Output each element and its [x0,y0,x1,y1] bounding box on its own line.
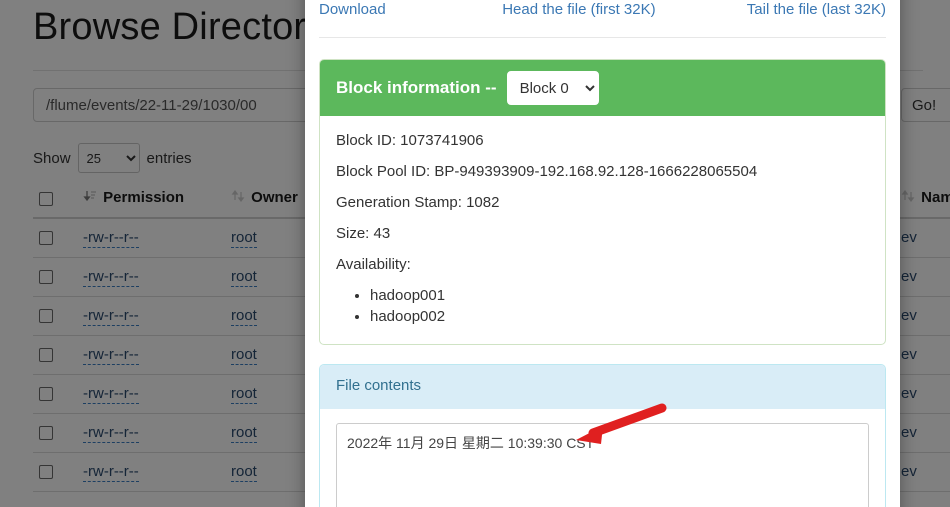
file-contents-body: 2022年 11月 29日 星期二 10:39:30 CST [320,409,885,507]
permission-link[interactable]: -rw-r--r-- [83,463,139,483]
permission-link[interactable]: -rw-r--r-- [83,229,139,249]
show-label: Show [33,149,71,167]
block-pool-id: Block Pool ID: BP-949393909-192.168.92.1… [336,163,758,180]
block-select[interactable]: Block 0 [506,71,599,105]
cell-name[interactable]: ev [895,335,950,375]
row-select-cell[interactable] [33,413,77,453]
permission-link[interactable]: -rw-r--r-- [83,307,139,327]
permission-link[interactable]: -rw-r--r-- [83,424,139,444]
owner-link[interactable]: root [231,229,257,249]
row-select-cell[interactable] [33,374,77,414]
cell-permission[interactable]: -rw-r--r-- [77,257,225,297]
owner-link[interactable]: root [231,463,257,483]
block-information-body: Block ID: 1073741906 Block Pool ID: BP-9… [320,116,885,344]
cell-name[interactable]: ev [895,257,950,297]
select-all-header[interactable] [33,185,77,220]
cell-permission[interactable]: -rw-r--r-- [77,452,225,492]
availability-label: Availability: [336,256,411,273]
file-name-link[interactable]: ev [901,229,917,246]
file-name-link[interactable]: ev [901,307,917,324]
block-id: Block ID: 1073741906 [336,132,484,149]
row-checkbox[interactable] [39,387,53,402]
page-title: Browse Directory [33,6,326,48]
availability-list: hadoop001hadoop002 [336,285,869,327]
row-select-cell[interactable] [33,257,77,297]
file-contents-panel: File contents 2022年 11月 29日 星期二 10:39:30… [319,364,886,507]
sort-desc-icon[interactable] [83,189,97,207]
file-name-link[interactable]: ev [901,463,917,480]
column-header-name[interactable]: Name [895,185,950,220]
show-entries-control: Show 2550100 entries [33,143,192,173]
block-size: Size: 43 [336,225,391,242]
column-header-permission[interactable]: Permission [77,185,225,220]
file-name-link[interactable]: ev [901,424,917,441]
column-header-permission-label: Permission [103,189,185,206]
links-divider [319,37,886,38]
sort-icon[interactable] [231,189,245,207]
owner-link[interactable]: root [231,385,257,405]
cell-name[interactable]: ev [895,413,950,453]
owner-link[interactable]: root [231,307,257,327]
head-file-link[interactable]: Head the file (first 32K) [502,0,747,20]
go-button[interactable]: Go! [901,88,950,122]
cell-name[interactable]: ev [895,452,950,492]
permission-link[interactable]: -rw-r--r-- [83,346,139,366]
row-checkbox[interactable] [39,465,53,480]
row-select-cell[interactable] [33,218,77,258]
permission-link[interactable]: -rw-r--r-- [83,268,139,288]
file-action-links: Download Head the file (first 32K) Tail … [305,0,900,20]
row-checkbox[interactable] [39,270,53,285]
cell-name[interactable]: ev [895,218,950,258]
cell-name[interactable]: ev [895,374,950,414]
file-contents-header: File contents [320,365,885,409]
column-header-owner-label: Owner [251,189,298,206]
cell-permission[interactable]: -rw-r--r-- [77,335,225,375]
permission-link[interactable]: -rw-r--r-- [83,385,139,405]
owner-link[interactable]: root [231,424,257,444]
cell-permission[interactable]: -rw-r--r-- [77,218,225,258]
cell-permission[interactable]: -rw-r--r-- [77,413,225,453]
entries-select[interactable]: 2550100 [77,143,140,173]
row-checkbox[interactable] [39,309,53,324]
row-checkbox[interactable] [39,231,53,246]
row-select-cell[interactable] [33,296,77,336]
select-all-checkbox[interactable] [39,191,53,206]
block-information-title: Block information -- [336,78,497,97]
screen-root: Browse Directory Go! Show 2550100 entrie… [0,0,950,507]
column-header-name-label: Name [921,189,950,206]
download-link[interactable]: Download [319,0,502,20]
row-checkbox[interactable] [39,426,53,441]
cell-permission[interactable]: -rw-r--r-- [77,374,225,414]
owner-link[interactable]: root [231,268,257,288]
availability-item: hadoop001 [370,285,869,306]
row-select-cell[interactable] [33,452,77,492]
block-information-panel: Block information -- Block 0 Block ID: 1… [319,59,886,345]
entries-label: entries [146,149,192,167]
cell-permission[interactable]: -rw-r--r-- [77,296,225,336]
owner-link[interactable]: root [231,346,257,366]
file-contents-textarea[interactable]: 2022年 11月 29日 星期二 10:39:30 CST [336,423,869,507]
generation-stamp: Generation Stamp: 1082 [336,194,500,211]
tail-file-link[interactable]: Tail the file (last 32K) [747,0,886,20]
file-name-link[interactable]: ev [901,346,917,363]
row-select-cell[interactable] [33,335,77,375]
row-checkbox[interactable] [39,348,53,363]
availability-item: hadoop002 [370,306,869,327]
file-information-modal: Download Head the file (first 32K) Tail … [305,0,900,507]
file-name-link[interactable]: ev [901,268,917,285]
file-name-link[interactable]: ev [901,385,917,402]
cell-name[interactable]: ev [895,296,950,336]
sort-icon[interactable] [901,189,915,207]
block-information-header: Block information -- Block 0 [320,60,885,116]
